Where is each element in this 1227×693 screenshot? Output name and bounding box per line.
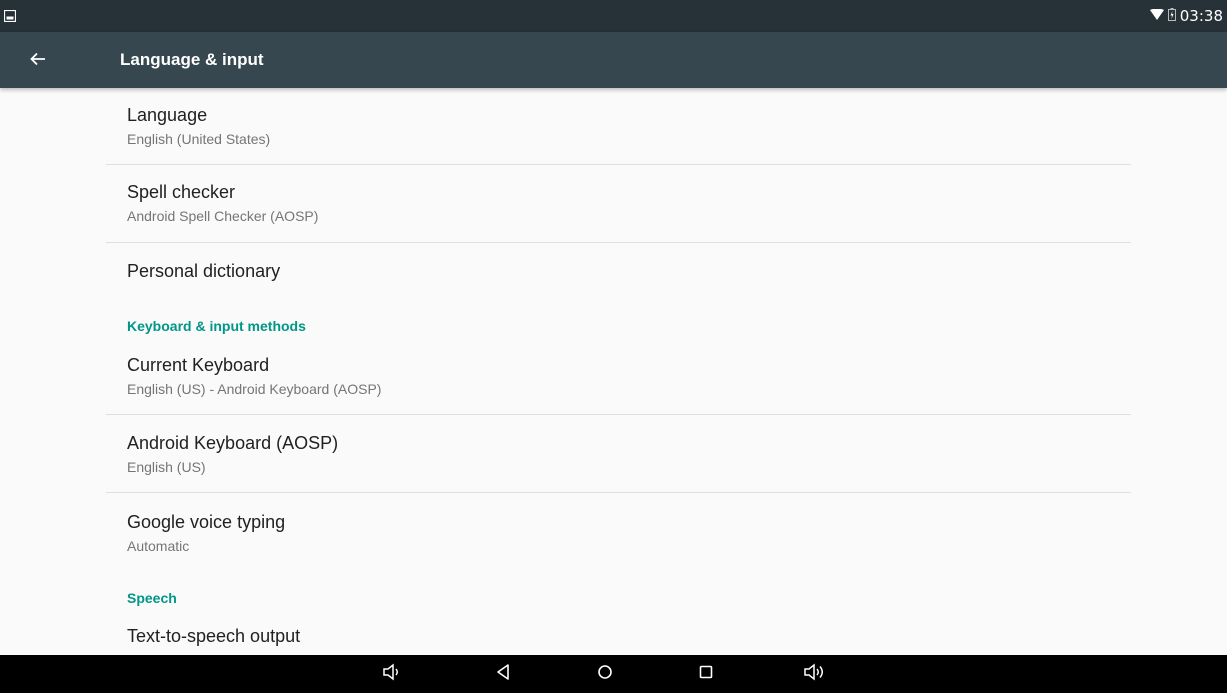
pref-text-to-speech[interactable]: Text-to-speech output [106,609,1131,655]
back-button[interactable] [10,32,66,88]
pref-summary: Android Spell Checker (AOSP) [127,208,319,224]
battery-charging-icon [1167,7,1176,25]
pref-title: Google voice typing [127,512,286,532]
pref-title: Text-to-speech output [127,626,301,646]
pref-personal-dictionary[interactable]: Personal dictionary [106,243,1131,299]
nav-back-button[interactable] [483,655,523,693]
home-circle-icon [597,664,613,684]
settings-list[interactable]: Language English (United States) Spell c… [0,88,1227,655]
pref-title: Language [127,105,208,125]
status-bar: 03:38 [0,0,1227,32]
pref-title: Spell checker [127,182,236,202]
nav-home-button[interactable] [585,655,625,693]
image-notification-icon [3,7,17,26]
pref-title: Android Keyboard (AOSP) [127,433,339,453]
volume-down-icon [382,663,402,685]
pref-title: Current Keyboard [127,355,270,375]
wifi-icon [1149,7,1164,25]
pref-summary: English (US) [127,459,206,475]
category-keyboard-input-methods: Keyboard & input methods [127,318,306,334]
pref-title: Personal dictionary [127,261,281,281]
pref-android-keyboard[interactable]: Android Keyboard (AOSP) English (US) [106,415,1131,493]
navigation-bar [0,655,1227,693]
pref-summary: English (US) - Android Keyboard (AOSP) [127,381,382,397]
arrow-back-icon [30,51,46,70]
status-time: 03:38 [1179,7,1223,25]
pref-spell-checker[interactable]: Spell checker Android Spell Checker (AOS… [106,165,1131,243]
back-triangle-icon [495,663,511,685]
category-speech: Speech [127,590,177,606]
pref-language[interactable]: Language English (United States) [106,88,1131,165]
app-bar: Language & input [0,32,1227,88]
pref-summary: English (United States) [127,131,271,147]
volume-up-button[interactable] [795,655,835,693]
pref-current-keyboard[interactable]: Current Keyboard English (US) - Android … [106,337,1131,415]
page-title: Language & input [120,50,264,69]
nav-recents-button[interactable] [686,655,726,693]
recents-square-icon [698,664,714,684]
pref-google-voice-typing[interactable]: Google voice typing Automatic [106,493,1131,571]
volume-up-icon [803,663,827,685]
volume-down-button[interactable] [372,655,412,693]
pref-summary: Automatic [127,538,190,554]
